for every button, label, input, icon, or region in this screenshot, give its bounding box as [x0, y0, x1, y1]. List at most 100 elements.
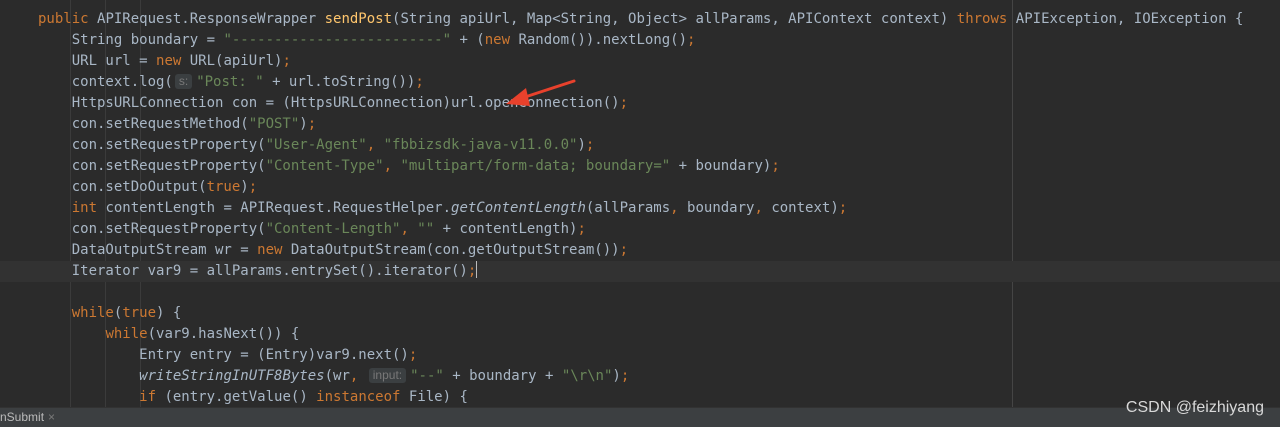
code-token: con.setRequestMethod( — [38, 116, 249, 132]
code-line[interactable]: con.setDoOutput(true); — [0, 177, 1280, 198]
code-token: new — [257, 242, 291, 258]
code-token: con.setRequestProperty( — [38, 221, 266, 237]
code-token: ) — [577, 137, 586, 153]
parameter-hint: s: — [174, 74, 193, 89]
code-token: + contentLength) — [434, 221, 578, 237]
code-line[interactable]: int contentLength = APIRequest.RequestHe… — [0, 198, 1280, 219]
code-token: ; — [619, 242, 629, 258]
code-line[interactable]: URL url = new URL(apiUrl); — [0, 51, 1280, 72]
code-token: , — [349, 368, 367, 384]
code-token: throws — [956, 11, 1016, 27]
code-token: , — [366, 137, 384, 153]
code-token: ) — [240, 179, 249, 195]
code-token: ; — [467, 263, 477, 279]
code-token: , — [754, 200, 772, 216]
code-line[interactable]: DataOutputStream wr = new DataOutputStre… — [0, 240, 1280, 261]
code-token: new — [484, 32, 519, 48]
code-token: Entry entry = (Entry)var9.next() — [38, 347, 409, 363]
code-token: true — [122, 305, 157, 321]
code-token: DataOutputStream(con.getOutputStream()) — [290, 242, 620, 258]
code-token: ) — [612, 368, 621, 384]
code-token: (String apiUrl, Map<String, Object> allP… — [392, 11, 957, 27]
code-token: URL(apiUrl) — [189, 53, 283, 69]
code-token: ; — [408, 347, 418, 363]
code-line[interactable]: HttpsURLConnection con = (HttpsURLConnec… — [0, 93, 1280, 114]
code-line[interactable]: if (entry.getValue() instanceof File) { — [0, 387, 1280, 408]
code-token: , — [400, 221, 418, 237]
code-token: int — [71, 200, 106, 216]
code-token: ) { — [156, 305, 182, 321]
code-token: sendPost — [324, 11, 393, 27]
code-token: ; — [248, 179, 258, 195]
code-token: (entry.getValue() — [164, 389, 317, 405]
tab-submit[interactable]: nSubmit × — [0, 408, 61, 427]
watermark: CSDN @feizhiyang — [1125, 399, 1264, 416]
code-token: "-------------------------" — [223, 32, 452, 48]
code-token: + url.toString()) — [263, 74, 416, 90]
code-token: ; — [415, 74, 424, 90]
code-line[interactable]: con.setRequestMethod("POST"); — [0, 114, 1280, 135]
code-token: ; — [771, 158, 780, 174]
code-token: "fbbizsdk-java-v11.0.0" — [383, 137, 578, 153]
code-token: ; — [838, 200, 848, 216]
code-token: ; — [577, 221, 586, 237]
code-line[interactable]: Entry entry = (Entry)var9.next(); — [0, 345, 1280, 366]
code-line[interactable]: String boundary = "---------------------… — [0, 30, 1280, 51]
code-token: "\r\n" — [561, 368, 613, 384]
code-token: con.setRequestProperty( — [38, 158, 266, 174]
code-token: String boundary = — [38, 32, 224, 48]
arrow-shaft — [520, 79, 576, 100]
code-line[interactable]: Iterator var9 = allParams.entrySet().ite… — [0, 261, 1280, 282]
code-token: Iterator var9 = allParams.entrySet().ite… — [38, 263, 468, 279]
code-token: public — [38, 11, 98, 27]
code-line[interactable]: con.setRequestProperty("Content-Type", "… — [0, 156, 1280, 177]
code-token: + boundary) — [670, 158, 772, 174]
code-token: con.setRequestProperty( — [38, 137, 266, 153]
close-icon[interactable]: × — [48, 410, 55, 424]
code-token: , — [670, 200, 688, 216]
code-token: if — [139, 389, 165, 405]
tab-label: nSubmit — [0, 410, 45, 424]
code-token: new — [156, 53, 190, 69]
text-caret — [476, 261, 478, 278]
code-token: ; — [585, 137, 595, 153]
code-token: "Content-Type" — [265, 158, 384, 174]
code-token: contentLength = APIRequest.RequestHelper… — [105, 200, 452, 216]
code-token: ; — [282, 53, 291, 69]
code-line[interactable] — [0, 282, 1280, 303]
code-token: context) — [771, 200, 839, 216]
code-token: "User-Agent" — [265, 137, 367, 153]
code-line[interactable]: while(var9.hasNext()) { — [0, 324, 1280, 345]
code-token: ; — [620, 368, 630, 384]
code-token: "" — [417, 221, 435, 237]
code-token: getContentLength — [451, 200, 586, 216]
code-token: "Content-Length" — [265, 221, 401, 237]
code-token: context.log( — [38, 74, 173, 90]
arrow-head — [506, 88, 530, 106]
code-editor[interactable]: public APIRequest.ResponseWrapper sendPo… — [0, 0, 1280, 408]
code-token: ; — [307, 116, 317, 132]
code-token: "--" — [410, 368, 444, 384]
code-token: ; — [687, 32, 696, 48]
code-token: URL url = — [38, 53, 157, 69]
code-token: con.setDoOutput( — [38, 179, 207, 195]
code-line[interactable]: context.log(s: "Post: " + url.toString())… — [0, 72, 1280, 93]
code-token: (wr — [324, 368, 350, 384]
code-token: Random()).nextLong() — [518, 32, 688, 48]
code-line[interactable]: while(true) { — [0, 303, 1280, 324]
bottom-tab-bar: nSubmit × — [0, 407, 1280, 427]
code-token: ; — [619, 95, 629, 111]
code-token: DataOutputStream wr = — [38, 242, 258, 258]
code-line[interactable]: public APIRequest.ResponseWrapper sendPo… — [0, 9, 1280, 30]
code-token: "POST" — [248, 116, 300, 132]
code-token: while — [71, 305, 114, 321]
code-token: APIRequest.ResponseWrapper — [97, 11, 325, 27]
red-arrow-icon — [506, 79, 576, 106]
code-line[interactable]: con.setRequestProperty("User-Agent", "fb… — [0, 135, 1280, 156]
code-line[interactable]: writeStringInUTF8Bytes(wr, input: "--" + … — [0, 366, 1280, 387]
code-line[interactable]: con.setRequestProperty("Content-Length",… — [0, 219, 1280, 240]
